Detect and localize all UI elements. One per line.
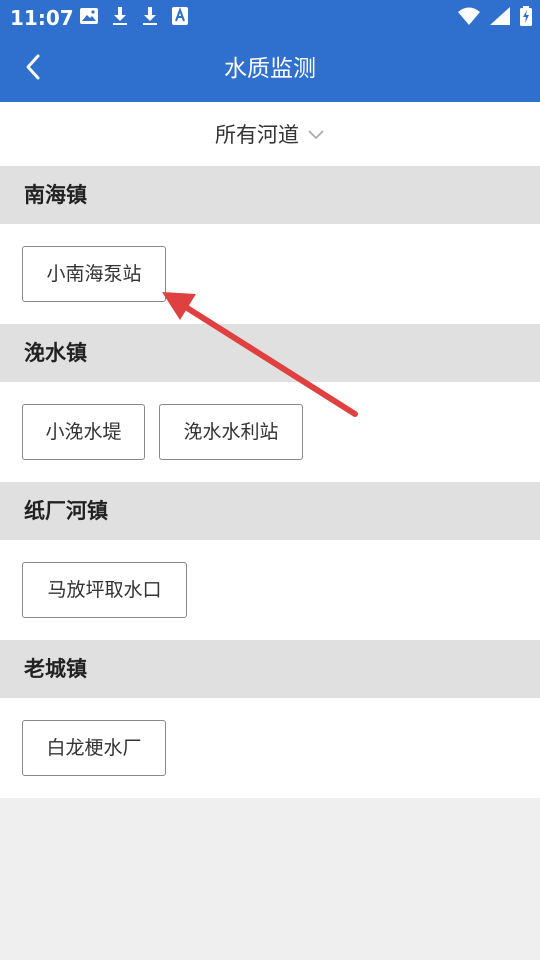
app-bar: 水质监测 xyxy=(0,36,540,102)
section-station-list: 马放坪取水口 xyxy=(0,540,540,640)
text-icon xyxy=(172,7,188,29)
wifi-icon xyxy=(458,7,480,29)
section-title: 纸厂河镇 xyxy=(24,499,108,523)
section-station-list: 小南海泵站 xyxy=(0,224,540,324)
section-header-town: 老城镇 xyxy=(0,640,540,698)
section-station-list: 白龙梗水厂 xyxy=(0,698,540,798)
section-header-town: 浼水镇 xyxy=(0,324,540,382)
image-icon xyxy=(80,8,98,28)
section-title: 老城镇 xyxy=(24,657,87,681)
page-title: 水质监测 xyxy=(224,56,316,82)
station-button[interactable]: 小浼水堤 xyxy=(22,404,145,460)
download-icon xyxy=(112,7,128,29)
status-system-icons xyxy=(458,6,532,30)
river-filter-dropdown[interactable]: 所有河道 xyxy=(0,102,540,166)
status-bar: 11:07 xyxy=(0,0,540,36)
section-header-town: 南海镇 xyxy=(0,166,540,224)
river-filter-label: 所有河道 xyxy=(215,123,299,147)
station-button[interactable]: 浼水水利站 xyxy=(159,404,303,460)
section-title: 南海镇 xyxy=(24,183,87,207)
status-notification-icons xyxy=(80,7,188,29)
station-button[interactable]: 马放坪取水口 xyxy=(22,562,187,618)
station-button[interactable]: 白龙梗水厂 xyxy=(22,720,166,776)
station-button[interactable]: 小南海泵站 xyxy=(22,246,166,302)
section-header-town: 纸厂河镇 xyxy=(0,482,540,540)
section-title: 浼水镇 xyxy=(24,341,87,365)
battery-charging-icon xyxy=(520,6,532,30)
signal-icon xyxy=(490,7,510,29)
chevron-down-icon xyxy=(307,122,325,146)
status-time: 11:07 xyxy=(10,6,74,30)
section-station-list: 小浼水堤 浼水水利站 xyxy=(0,382,540,482)
download-icon xyxy=(142,7,158,29)
